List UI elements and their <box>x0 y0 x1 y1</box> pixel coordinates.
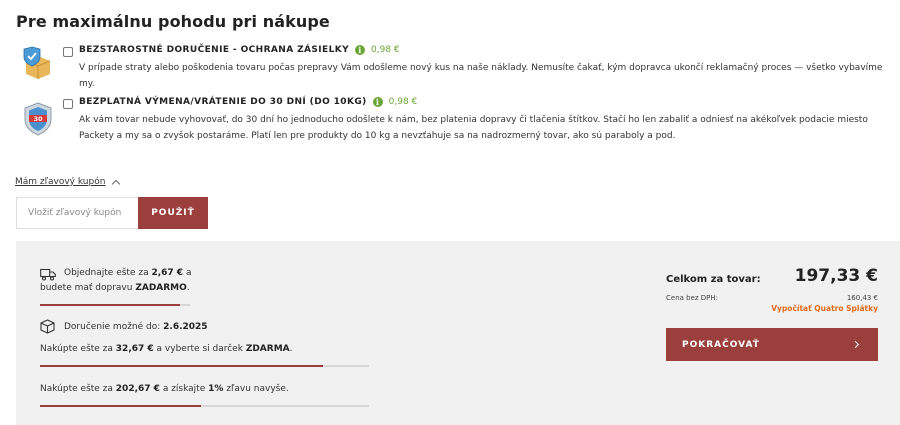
free-shipping-progress <box>40 304 190 306</box>
apply-coupon-button[interactable]: POUŽIŤ <box>138 197 208 229</box>
discount-progress <box>40 405 369 407</box>
free-return-checkbox[interactable] <box>63 99 73 109</box>
chevron-right-icon <box>851 340 860 349</box>
progress-fill <box>40 304 180 306</box>
progress-fill <box>40 365 323 367</box>
order-summary: Objednajte ešte za 2,67 € a budete mať d… <box>16 241 900 425</box>
free-shipping-text-line2: budete mať dopravu ZADARMO. <box>40 281 190 296</box>
total-label: Celkom za tovar: <box>666 274 761 285</box>
text: zľavu navyše. <box>226 384 289 394</box>
text: a získajte <box>162 384 206 394</box>
delivery-date: 2.6.2025 <box>163 322 208 332</box>
info-icon[interactable]: i <box>372 97 383 107</box>
svg-text:30: 30 <box>33 115 43 123</box>
vat-label: Cena bez DPH: <box>666 294 719 302</box>
option-title: BEZSTAROSTNÉ DORUČENIE - OCHRANA ZÁSIELK… <box>79 45 349 55</box>
gift-progress <box>40 365 369 367</box>
delivery-text: Doručenie možné do: 2.6.2025 <box>64 320 208 335</box>
total-value: 197,33 € <box>794 266 878 286</box>
coupon-toggle[interactable]: Mám zľavový kupón <box>15 177 121 188</box>
free-shipping-text: Objednajte ešte za 2,67 € a <box>64 266 191 281</box>
info-icon[interactable]: i <box>355 45 365 55</box>
amount: 2,67 € <box>151 268 184 278</box>
option-description-line: Packety a my sa o zvyšok postaráme. Plat… <box>79 131 676 141</box>
highlight: ZADARMO <box>135 283 187 293</box>
shipping-protection-title: BEZSTAROSTNÉ DORUČENIE - OCHRANA ZÁSIELK… <box>79 45 400 55</box>
free-return-title: BEZPLATNÁ VÝMENA/VRÁTENIE DO 30 DNÍ (DO … <box>79 97 417 107</box>
gift-text: Nakúpte ešte za 32,67 € a vyberte si dar… <box>40 342 293 357</box>
box-icon <box>40 319 55 338</box>
highlight: 1% <box>208 384 224 394</box>
text: a vyberte si darček <box>156 344 243 354</box>
text: Objednajte ešte za <box>64 268 149 278</box>
option-title: BEZPLATNÁ VÝMENA/VRÁTENIE DO 30 DNÍ (DO … <box>79 97 367 107</box>
option-price: 0,98 € <box>388 97 418 107</box>
installments-link[interactable]: Vypočítať Quatro Splátky <box>771 304 878 313</box>
text: budete mať dopravu <box>40 283 133 293</box>
option-description: V prípade straty alebo poškodenia tovaru… <box>79 63 883 89</box>
option-description: Ak vám tovar nebude vyhovovať, do 30 dní… <box>79 112 899 144</box>
chevron-up-icon <box>112 179 121 188</box>
progress-fill <box>40 405 202 407</box>
vat-value: 160,43 € <box>846 294 878 302</box>
text: . <box>186 283 190 293</box>
option-price: 0,98 € <box>371 45 400 55</box>
insured-package-icon <box>20 45 56 81</box>
page-title: Pre maximálnu pohodu pri nákupe <box>16 12 330 31</box>
coupon-toggle-label: Mám zľavový kupón <box>15 177 106 187</box>
text: Nakúpte ešte za <box>40 384 113 394</box>
shipping-protection-checkbox[interactable] <box>63 47 73 57</box>
text: a <box>185 268 192 278</box>
discount-text: Nakúpte ešte za 202,67 € a získajte 1% z… <box>40 382 289 397</box>
30-days-shield-icon: 30 <box>20 101 56 137</box>
option-description-line: Ak vám tovar nebude vyhovovať, do 30 dní… <box>79 115 868 125</box>
highlight: ZDARMA <box>245 344 290 354</box>
amount: 32,67 € <box>115 344 154 354</box>
coupon-input[interactable] <box>16 197 138 229</box>
continue-label: POKRAČOVAŤ <box>682 339 760 350</box>
text: Nakúpte ešte za <box>40 344 113 354</box>
text: . <box>289 344 293 354</box>
continue-button[interactable]: POKRAČOVAŤ <box>666 328 878 361</box>
text: Doručenie možné do: <box>64 322 161 332</box>
amount: 202,67 € <box>115 384 160 394</box>
